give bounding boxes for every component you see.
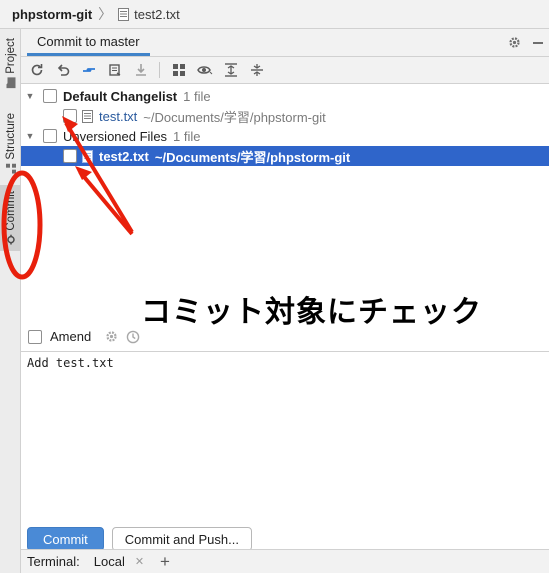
annotation-callout: コミット対象にチェック [141,295,482,330]
amend-checkbox[interactable] [28,329,42,344]
gear-icon[interactable] [105,330,118,343]
chevron-down-icon[interactable]: ▼ [25,131,35,141]
commit-panel: Commit to master ▼ Default Changelist 1 … [21,29,549,556]
breadcrumb-file-label: test2.txt [134,6,180,22]
structure-icon [5,163,16,174]
tool-window-stripe: Project Structure Commit [0,29,21,573]
commit-button[interactable]: Commit [27,527,104,551]
stripe-label-project: Project [4,38,17,74]
stripe-label-structure: Structure [4,112,17,160]
text-file-icon [118,7,130,21]
unversioned-row[interactable]: ▼ Unversioned Files 1 file [21,126,549,146]
text-file-icon [82,109,93,123]
file-name-test2: test2.txt [99,148,149,164]
amend-label[interactable]: Amend [50,329,91,344]
stripe-button-structure[interactable]: Structure [0,107,21,179]
terminal-tab-local[interactable]: Local [94,554,125,569]
changes-tree: ▼ Default Changelist 1 file test.txt ~/D… [21,84,549,330]
breadcrumb-separator: 〉 [98,6,113,22]
group-icon[interactable] [170,62,187,79]
rollback-icon[interactable] [54,62,71,79]
expand-all-icon[interactable] [222,62,239,79]
file-checkbox-test[interactable] [63,109,77,123]
file-checkbox-test2[interactable] [63,149,77,163]
changelist-count: 1 file [183,88,211,104]
unversioned-name: Unversioned Files [63,128,168,144]
stripe-button-commit[interactable]: Commit [0,185,21,251]
text-file-icon [82,149,93,163]
refresh-icon[interactable] [28,62,45,79]
stripe-button-project[interactable]: Project [0,35,21,91]
chevron-down-icon[interactable]: ▼ [25,91,35,101]
terminal-bar: Terminal: Local ✕ + [21,549,549,573]
commit-icon [6,234,15,245]
commit-toolbar [21,57,549,84]
minimize-icon[interactable] [533,41,543,44]
toolbar-separator [159,62,160,78]
breadcrumb: phpstorm-git 〉 test2.txt [0,0,549,29]
file-name-test: test.txt [99,108,138,124]
view-icon[interactable] [196,62,213,79]
terminal-label: Terminal: [27,554,80,569]
unversioned-file-row[interactable]: test2.txt ~/Documents/学習/phpstorm-git [21,146,549,166]
panel-header: Commit to master [21,29,549,57]
changelist-row[interactable]: ▼ Default Changelist 1 file [21,86,549,106]
folder-icon [6,77,16,89]
file-path-test2: ~/Documents/学習/phpstorm-git [154,149,351,165]
changelist-checkbox[interactable] [43,89,57,103]
breadcrumb-project[interactable]: phpstorm-git [12,7,92,22]
close-icon[interactable]: ✕ [135,555,144,568]
gear-icon[interactable] [508,36,521,49]
update-icon[interactable] [132,62,149,79]
commit-and-push-button[interactable]: Commit and Push... [111,527,252,551]
breadcrumb-file[interactable]: test2.txt [118,7,180,22]
diff-icon[interactable] [80,62,97,79]
changelist-name: Default Changelist [63,88,178,104]
stripe-label-commit: Commit [4,191,17,231]
file-path-test: ~/Documents/学習/phpstorm-git [143,109,326,125]
unversioned-checkbox[interactable] [43,129,57,143]
unversioned-count: 1 file [173,128,201,144]
clock-icon[interactable] [126,330,140,344]
shelve-icon[interactable] [106,62,123,79]
commit-message-editor[interactable]: Add test.txt [21,352,549,522]
tab-commit-to-master[interactable]: Commit to master [27,29,150,56]
changelist-file-row[interactable]: test.txt ~/Documents/学習/phpstorm-git [21,106,549,126]
collapse-all-icon[interactable] [248,62,265,79]
add-terminal-icon[interactable]: + [160,552,170,572]
